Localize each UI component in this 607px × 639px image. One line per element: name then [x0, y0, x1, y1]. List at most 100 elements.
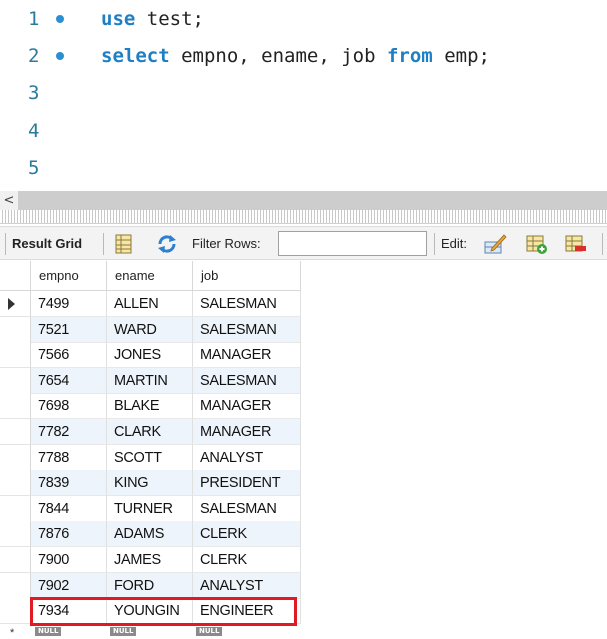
- sql-text: emp;: [432, 45, 490, 67]
- code-line[interactable]: 1 use test;: [0, 1, 607, 38]
- cell-ename[interactable]: WARD: [107, 316, 193, 343]
- cell-job[interactable]: PRESIDENT: [193, 470, 301, 497]
- cell-job[interactable]: SALESMAN: [193, 316, 301, 343]
- cell-ename[interactable]: TURNER: [107, 495, 193, 522]
- table-row[interactable]: 7902 FORD ANALYST: [0, 572, 301, 599]
- row-header[interactable]: [0, 393, 31, 420]
- cell-empno[interactable]: 7698: [31, 393, 107, 420]
- null-badge[interactable]: NULL: [196, 627, 223, 636]
- cell-job[interactable]: MANAGER: [193, 342, 301, 369]
- code-line[interactable]: 2 select empno, ename, job from emp;: [0, 38, 607, 75]
- cell-ename[interactable]: JONES: [107, 342, 193, 369]
- sql-editor[interactable]: 1 use test; 2 select empno, ename, job from…: [0, 0, 607, 190]
- line-number: 2: [28, 45, 40, 67]
- insert-row-icon[interactable]: [524, 232, 548, 256]
- cell-empno[interactable]: 7782: [31, 419, 107, 445]
- table-row[interactable]: 7788 SCOTT ANALYST: [0, 444, 301, 471]
- panel-splitter[interactable]: [0, 210, 607, 224]
- code-line[interactable]: 5: [0, 150, 607, 187]
- edit-pencil-icon[interactable]: [483, 232, 507, 256]
- column-header-job[interactable]: job: [193, 261, 301, 291]
- row-header[interactable]: [0, 470, 31, 497]
- null-badge[interactable]: NULL: [35, 627, 62, 636]
- row-header[interactable]: [0, 598, 31, 625]
- new-row-placeholder[interactable]: * NULL NULL NULL: [0, 624, 301, 639]
- row-header[interactable]: [0, 521, 31, 548]
- table-row[interactable]: 7876 ADAMS CLERK: [0, 521, 301, 548]
- cell-ename[interactable]: SCOTT: [107, 444, 193, 471]
- grid-header-row: empno ename job: [0, 261, 301, 291]
- cell-empno[interactable]: 7844: [31, 495, 107, 522]
- scroll-left-arrow[interactable]: <: [0, 191, 18, 210]
- scrollbar-track[interactable]: [18, 191, 607, 210]
- row-header[interactable]: [0, 316, 31, 343]
- cell-empno[interactable]: 7788: [31, 444, 107, 471]
- line-number: 4: [28, 120, 40, 142]
- cell-empno[interactable]: 7566: [31, 342, 107, 369]
- table-row[interactable]: 7782 CLARK MANAGER: [0, 419, 301, 445]
- row-header[interactable]: [0, 367, 31, 394]
- code-text: use test;: [101, 1, 204, 38]
- cell-job[interactable]: SALESMAN: [193, 291, 301, 317]
- cell-empno[interactable]: 7654: [31, 367, 107, 394]
- table-row[interactable]: 7900 JAMES CLERK: [0, 547, 301, 573]
- table-row[interactable]: 7499 ALLEN SALESMAN: [0, 291, 301, 317]
- cell-job[interactable]: MANAGER: [193, 393, 301, 420]
- table-row[interactable]: 7521 WARD SALESMAN: [0, 316, 301, 343]
- cell-ename[interactable]: ALLEN: [107, 291, 193, 317]
- table-row[interactable]: 7698 BLAKE MANAGER: [0, 393, 301, 420]
- result-toolbar: Result Grid Filter Rows: Edit:: [0, 226, 607, 260]
- cell-job[interactable]: MANAGER: [193, 419, 301, 445]
- sql-text: empno, ename, job: [169, 45, 387, 67]
- cell-empno[interactable]: 7902: [31, 572, 107, 599]
- delete-row-icon[interactable]: [563, 232, 587, 256]
- cell-ename[interactable]: FORD: [107, 572, 193, 599]
- code-line[interactable]: 4: [0, 113, 607, 150]
- cell-empno[interactable]: 7499: [31, 291, 107, 317]
- cell-job[interactable]: ANALYST: [193, 444, 301, 471]
- table-row[interactable]: 7654 MARTIN SALESMAN: [0, 367, 301, 394]
- table-row[interactable]: 7566 JONES MANAGER: [0, 342, 301, 369]
- cell-job[interactable]: ANALYST: [193, 572, 301, 599]
- row-header[interactable]: [0, 291, 31, 317]
- table-row[interactable]: 7839 KING PRESIDENT: [0, 470, 301, 497]
- editor-horizontal-scrollbar[interactable]: <: [0, 191, 607, 210]
- table-row[interactable]: 7844 TURNER SALESMAN: [0, 495, 301, 522]
- cell-job[interactable]: SALESMAN: [193, 367, 301, 394]
- cell-ename[interactable]: ADAMS: [107, 521, 193, 548]
- sql-keyword: select: [101, 45, 170, 67]
- form-view-icon[interactable]: [112, 232, 136, 256]
- cell-ename[interactable]: MARTIN: [107, 367, 193, 394]
- statement-bullet-icon: [56, 15, 64, 23]
- row-header[interactable]: [0, 444, 31, 471]
- cell-empno[interactable]: 7521: [31, 316, 107, 343]
- result-grid-label[interactable]: Result Grid: [12, 227, 82, 260]
- row-header[interactable]: [0, 495, 31, 522]
- cell-empno[interactable]: 7900: [31, 547, 107, 573]
- cell-job[interactable]: CLERK: [193, 521, 301, 548]
- toolbar-separator: [602, 233, 603, 255]
- cell-job[interactable]: SALESMAN: [193, 495, 301, 522]
- cell-ename[interactable]: JAMES: [107, 547, 193, 573]
- cell-empno[interactable]: 7839: [31, 470, 107, 497]
- cell-empno[interactable]: 7876: [31, 521, 107, 548]
- code-line[interactable]: 3: [0, 75, 607, 112]
- cell-ename[interactable]: CLARK: [107, 419, 193, 445]
- cell-job[interactable]: CLERK: [193, 547, 301, 573]
- null-badge[interactable]: NULL: [110, 627, 137, 636]
- sql-keyword: from: [386, 45, 433, 67]
- toolbar-separator: [434, 233, 435, 255]
- result-grid[interactable]: empno ename job 7499 ALLEN SALESMAN 7521 WAR…: [0, 261, 607, 639]
- refresh-icon[interactable]: [155, 232, 179, 256]
- line-number: 1: [28, 8, 40, 30]
- cell-ename[interactable]: BLAKE: [107, 393, 193, 420]
- cell-ename[interactable]: KING: [107, 470, 193, 497]
- row-header[interactable]: [0, 572, 31, 599]
- row-header[interactable]: [0, 342, 31, 369]
- row-header-corner[interactable]: [0, 261, 31, 291]
- row-header[interactable]: [0, 547, 31, 573]
- filter-rows-input[interactable]: [278, 231, 427, 256]
- column-header-ename[interactable]: ename: [107, 261, 193, 291]
- column-header-empno[interactable]: empno: [31, 261, 107, 291]
- row-header[interactable]: [0, 419, 31, 445]
